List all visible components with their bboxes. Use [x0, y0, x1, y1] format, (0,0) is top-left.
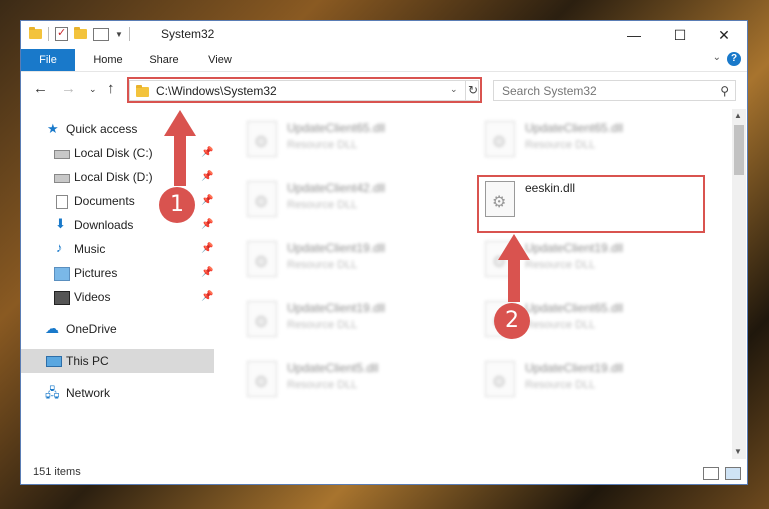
- annotation-arrows: [164, 110, 530, 302]
- step-marker-1: 1: [159, 187, 195, 223]
- step-marker-2: 2: [494, 303, 530, 339]
- arrow-to-file: [498, 234, 530, 302]
- arrow-to-address-bar: [164, 110, 196, 186]
